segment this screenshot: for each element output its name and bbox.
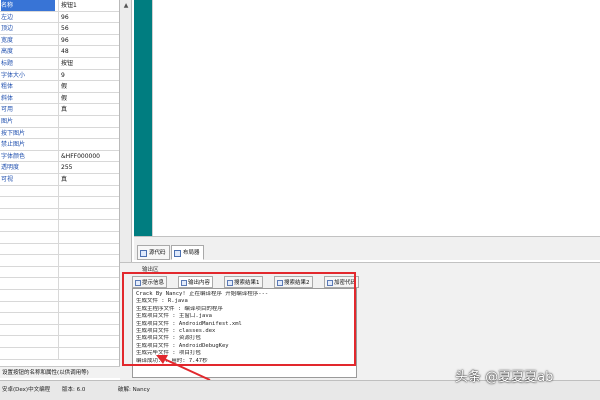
output-line: 生成主程序文件 : 编译项目的程序 (136, 305, 223, 312)
empty-row (0, 278, 119, 290)
output-line: 生成项目文件 : 资源打包 (136, 335, 201, 342)
output-line: 生成项目文件 : classes.dex (136, 328, 216, 335)
output-line: 生成项目文件 : 主窗口.java (136, 313, 212, 320)
empty-row (0, 324, 119, 337)
property-row[interactable]: 图片 (0, 116, 119, 128)
property-row[interactable]: 粗体 假 (0, 81, 119, 93)
property-value[interactable]: 48 (58, 46, 119, 58)
property-row[interactable]: 按下图片 (0, 127, 119, 140)
property-key: 斜体 (1, 94, 14, 102)
property-key: 高度 (1, 48, 14, 56)
property-row[interactable]: 禁止图片 (0, 139, 119, 151)
designer-canvas[interactable] (152, 0, 600, 236)
tab-layout[interactable]: 布局器 (171, 245, 204, 260)
empty-row (0, 290, 119, 302)
empty-row (0, 243, 119, 256)
property-row[interactable]: 左边 96 (0, 11, 119, 24)
tab-search-results-2[interactable]: 搜索结果2 (274, 276, 313, 288)
layout-icon (174, 250, 181, 257)
scroll-up-icon[interactable]: ▲ (122, 2, 130, 10)
property-key: 字体颜色 (1, 152, 26, 160)
property-value[interactable]: 按钮 (58, 58, 119, 69)
output-line: 生成项目文件 : AndroidManifest.xml (136, 320, 242, 327)
property-value[interactable]: 255 (58, 162, 119, 174)
property-value[interactable]: 56 (58, 23, 119, 35)
property-value[interactable]: 96 (58, 34, 119, 46)
property-key: 字体大小 (1, 71, 26, 79)
status-encoding: 安卓(Dex)中文编程 (2, 387, 51, 393)
property-key: 左边 (1, 13, 14, 21)
property-value[interactable]: 假 (58, 92, 119, 104)
property-value[interactable] (58, 127, 119, 139)
property-row[interactable]: 可用 真 (0, 104, 119, 116)
property-key: 顶边 (1, 25, 14, 33)
property-value[interactable]: &HFF000000 (58, 150, 119, 162)
property-key: 标题 (1, 60, 14, 67)
property-row[interactable]: 透明度 255 (0, 162, 119, 174)
property-value[interactable] (58, 116, 119, 127)
tab-output-content[interactable]: 输出内容 (178, 276, 214, 288)
property-value[interactable]: 假 (58, 81, 119, 93)
property-hint: 设置按钮的名称和属性(以供调用等) (0, 366, 135, 378)
status-version: 版本: 6.0 (62, 387, 86, 393)
property-key: 按下图片 (1, 129, 26, 137)
property-key: 透明度 (1, 164, 20, 172)
status-cracked: 破解: Nancy (118, 387, 150, 393)
property-value[interactable]: 96 (58, 11, 119, 23)
property-row[interactable]: 字体颜色 &HFF000000 (0, 150, 119, 163)
property-value[interactable] (58, 139, 119, 151)
empty-row (0, 220, 119, 232)
empty-row (0, 301, 119, 314)
property-key: 可用 (1, 106, 14, 114)
property-panel: 名称 按钮1 左边 96 顶边 56 宽度 96 高度 48 标题 按钮 字体大小 9 粗体假… (0, 0, 120, 368)
property-row[interactable]: 标题 按钮 (0, 58, 119, 70)
empty-row (0, 197, 119, 209)
designer-strip (134, 0, 152, 236)
empty-row (0, 266, 119, 279)
output-title: 输出区 (142, 267, 159, 273)
property-key: 粗体 (1, 83, 14, 91)
property-key: 禁止图片 (1, 141, 26, 149)
property-row[interactable]: 宽度 96 (0, 34, 119, 47)
info-icon (135, 280, 141, 286)
tab-hint-info[interactable]: 提示信息 (132, 276, 168, 288)
output-line: Crack By Nancy! 正在编译程序 开始编译程序--- (136, 291, 269, 297)
property-value[interactable]: 按钮1 (58, 0, 119, 11)
tab-search-results-1[interactable]: 搜索结果1 (224, 276, 263, 288)
property-key: 图片 (1, 118, 14, 125)
designer-tabs: 源代码 布局器 (134, 236, 600, 260)
lock-icon (327, 280, 333, 286)
watermark: 头条 @夏夏夏ab (455, 370, 554, 385)
property-value[interactable]: 9 (58, 69, 119, 81)
empty-row (0, 313, 119, 325)
property-key: 宽度 (1, 36, 14, 44)
search-icon (227, 280, 233, 286)
empty-row (0, 255, 119, 267)
empty-row (0, 336, 119, 348)
output-icon (181, 280, 187, 286)
property-value[interactable]: 真 (58, 174, 119, 185)
tab-source-code[interactable]: 源代码 (137, 245, 170, 260)
property-row[interactable]: 高度 48 (0, 46, 119, 58)
property-row[interactable]: 字体大小 9 (0, 69, 119, 82)
property-row[interactable]: 可视 真 (0, 174, 119, 186)
empty-row (0, 185, 119, 198)
property-row[interactable]: 斜体 假 (0, 92, 119, 105)
empty-row (0, 348, 119, 360)
code-file-icon (140, 250, 147, 257)
property-row[interactable]: 名称 按钮1 (0, 0, 119, 12)
empty-row (0, 232, 119, 244)
search-icon (277, 280, 283, 286)
tab-encrypt-code[interactable]: 加密代码 (324, 276, 360, 288)
property-key: 可视 (1, 176, 14, 183)
empty-row (0, 208, 119, 221)
output-line: 生成文件 : R.java (136, 298, 188, 305)
property-value[interactable]: 真 (58, 104, 119, 116)
property-row[interactable]: 顶边 56 (0, 23, 119, 35)
property-key: 名称 (1, 0, 55, 11)
